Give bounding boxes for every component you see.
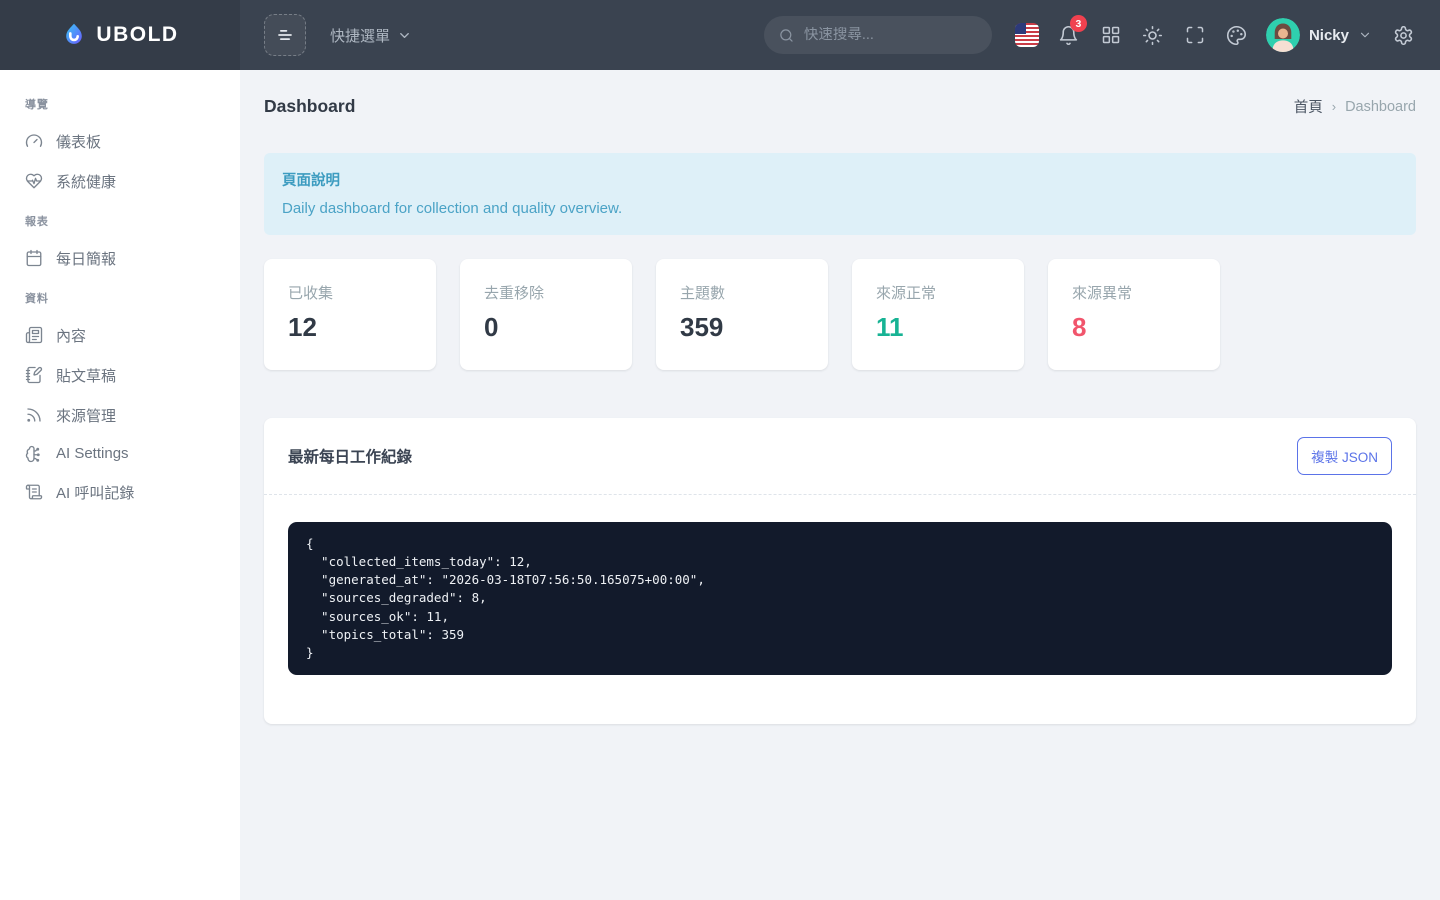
gear-icon — [1394, 25, 1412, 45]
user-menu[interactable]: Nicky — [1265, 18, 1372, 52]
sidebar-item-system-health[interactable]: 系統健康 — [0, 161, 240, 201]
sidebar-item-ai-settings[interactable]: AI Settings — [0, 435, 240, 472]
user-name: Nicky — [1308, 26, 1349, 44]
heart-pulse-icon — [25, 172, 43, 190]
work-log-title: 最新每日工作紀錄 — [288, 449, 413, 466]
sidebar-toggle-button[interactable] — [264, 14, 306, 56]
theme-customizer-button[interactable] — [1216, 14, 1258, 56]
brain-circuit-icon — [25, 445, 43, 463]
topbar-actions: 3 Nicky — [1006, 14, 1440, 56]
sidebar-item-label: 每日簡報 — [56, 250, 117, 268]
stat-label: 主題數 — [680, 285, 726, 302]
stats-row: 已收集 12 去重移除 0 主題數 359 來源正常 11 來源異常 8 — [264, 259, 1416, 370]
breadcrumb: 首頁 › Dashboard — [1294, 96, 1416, 117]
language-flag-button[interactable] — [1006, 14, 1048, 56]
calendar-icon — [25, 249, 43, 267]
page-title: Dashboard — [264, 96, 356, 116]
sidebar-item-label: AI 呼叫記錄 — [56, 484, 135, 502]
sidebar-item-post-drafts[interactable]: 貼文草稿 — [0, 355, 240, 395]
json-code-block: { "collected_items_today": 12, "generate… — [288, 522, 1392, 675]
daily-work-log-card: 最新每日工作紀錄 複製 JSON { "collected_items_toda… — [264, 418, 1416, 724]
stat-card-dedup-removed: 去重移除 0 — [460, 259, 632, 370]
stat-label: 去重移除 — [484, 285, 545, 302]
stat-value: 359 — [680, 312, 724, 342]
stat-card-sources-degraded: 來源異常 8 — [1048, 259, 1220, 370]
stat-label: 已收集 — [288, 285, 334, 302]
stat-value: 11 — [876, 312, 904, 342]
brand-flame-icon — [61, 22, 87, 48]
global-search — [763, 16, 992, 54]
us-flag-icon — [1014, 23, 1039, 47]
topbar: UBOLD 快捷選單 3 — [0, 0, 1440, 70]
breadcrumb-current: Dashboard — [1345, 98, 1416, 115]
page-info-alert: 頁面說明 Daily dashboard for collection and … — [264, 153, 1416, 235]
sidebar-item-ai-call-log[interactable]: AI 呼叫記錄 — [0, 472, 240, 512]
scroll-text-icon — [25, 483, 43, 501]
search-icon — [780, 28, 793, 42]
chevron-down-icon — [400, 32, 409, 38]
settings-button[interactable] — [1382, 14, 1424, 56]
brand-logo[interactable]: UBOLD — [0, 0, 240, 70]
apps-grid-button[interactable] — [1090, 14, 1132, 56]
grid-icon — [1102, 26, 1120, 44]
stat-label: 來源正常 — [876, 285, 937, 302]
stat-card-collected: 已收集 12 — [264, 259, 436, 370]
alert-message: Daily dashboard for collection and quali… — [282, 200, 623, 217]
quick-menu-label: 快捷選單 — [330, 27, 391, 45]
sidebar-item-daily-brief[interactable]: 每日簡報 — [0, 238, 240, 278]
main-content: Dashboard 首頁 › Dashboard 頁面說明 Daily dash… — [240, 70, 1440, 724]
fullscreen-button[interactable] — [1174, 14, 1216, 56]
gauge-icon — [25, 132, 43, 150]
sidebar: 導覽 儀表板 系統健康 報表 每日簡報 資料 內容 貼文草稿 來源管理 AI S… — [0, 70, 240, 900]
hamburger-icon — [278, 29, 292, 41]
stat-value: 12 — [288, 312, 317, 342]
stat-card-sources-ok: 來源正常 11 — [852, 259, 1024, 370]
stat-value: 8 — [1072, 312, 1087, 342]
sidebar-item-label: 內容 — [56, 327, 87, 345]
stat-value: 0 — [484, 312, 499, 342]
sidebar-item-label: AI Settings — [56, 445, 129, 462]
avatar — [1265, 18, 1300, 52]
work-log-body: { "collected_items_today": 12, "generate… — [264, 495, 1416, 724]
notification-count-badge: 3 — [1069, 15, 1087, 32]
notifications-button[interactable]: 3 — [1048, 14, 1090, 56]
newspaper-icon — [25, 326, 43, 344]
breadcrumb-separator-icon: › — [1331, 99, 1337, 114]
stat-card-topics-total: 主題數 359 — [656, 259, 828, 370]
chevron-down-icon — [1360, 32, 1370, 38]
work-log-header: 最新每日工作紀錄 複製 JSON — [264, 418, 1416, 495]
page-header: Dashboard 首頁 › Dashboard — [264, 70, 1416, 137]
sidebar-item-label: 貼文草稿 — [56, 367, 117, 385]
sidebar-section-reports: 報表 — [25, 216, 49, 228]
breadcrumb-home[interactable]: 首頁 — [1294, 96, 1323, 117]
brand-name: UBOLD — [96, 23, 179, 46]
sidebar-item-label: 儀表板 — [56, 133, 102, 151]
rss-icon — [25, 406, 43, 424]
notebook-pen-icon — [25, 366, 43, 384]
sidebar-item-dashboard[interactable]: 儀表板 — [0, 121, 240, 161]
quick-menu-dropdown[interactable]: 快捷選單 — [330, 25, 412, 46]
sidebar-section-nav: 導覽 — [25, 99, 49, 111]
maximize-icon — [1186, 26, 1204, 44]
sidebar-item-content[interactable]: 內容 — [0, 315, 240, 355]
copy-json-button[interactable]: 複製 JSON — [1297, 437, 1392, 475]
sidebar-item-label: 來源管理 — [56, 407, 117, 425]
sun-icon — [1143, 25, 1163, 45]
stat-label: 來源異常 — [1072, 285, 1133, 302]
sidebar-section-data: 資料 — [25, 293, 49, 305]
sidebar-item-source-management[interactable]: 來源管理 — [0, 395, 240, 435]
search-input[interactable] — [803, 27, 977, 43]
theme-toggle-button[interactable] — [1132, 14, 1174, 56]
alert-heading: 頁面說明 — [282, 173, 340, 189]
sidebar-item-label: 系統健康 — [56, 173, 117, 191]
palette-icon — [1227, 25, 1247, 45]
